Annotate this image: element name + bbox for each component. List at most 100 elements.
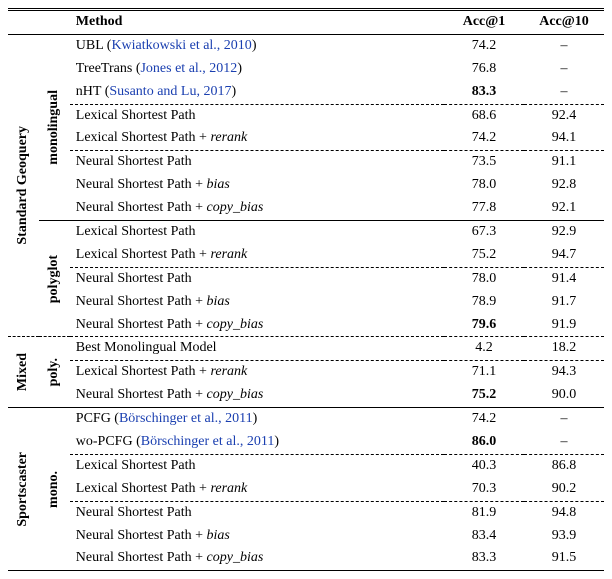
col-method-header: Method: [70, 10, 444, 35]
acc1-cell: 83.3: [444, 81, 524, 104]
dataset-label-mixed: Mixed: [14, 353, 33, 391]
table-row: Neural Shortest Path + bias 83.4 93.9: [8, 525, 604, 548]
method-cell: Neural Shortest Path + copy_bias: [70, 197, 444, 220]
acc10-cell: 91.4: [524, 267, 604, 290]
acc10-cell: 94.7: [524, 244, 604, 267]
setting-label-poly-short: poly.: [45, 358, 64, 386]
acc1-cell: 40.3: [444, 454, 524, 477]
acc1-cell: 75.2: [444, 244, 524, 267]
table-row: Neural Shortest Path 73.5 91.1: [8, 151, 604, 174]
method-cell: Neural Shortest Path + copy_bias: [70, 547, 444, 570]
method-cell: Neural Shortest Path: [70, 267, 444, 290]
dataset-label-sportscaster: Sportscaster: [14, 452, 33, 527]
col-acc10-header: Acc@10: [524, 10, 604, 35]
method-cell: UBL (Kwiatkowski et al., 2010): [70, 34, 444, 57]
method-cell: Neural Shortest Path + bias: [70, 525, 444, 548]
acc1-cell: 79.6: [444, 314, 524, 337]
method-cell: Neural Shortest Path: [70, 151, 444, 174]
method-cell: Neural Shortest Path + bias: [70, 291, 444, 314]
method-cell: Lexical Shortest Path: [70, 454, 444, 477]
acc1-cell: 83.3: [444, 547, 524, 570]
acc10-cell: 90.0: [524, 384, 604, 407]
acc10-cell: 92.8: [524, 174, 604, 197]
method-cell: Neural Shortest Path + copy_bias: [70, 384, 444, 407]
citation: Kwiatkowski et al., 2010: [111, 38, 251, 53]
acc1-cell: 75.2: [444, 384, 524, 407]
method-cell: Lexical Shortest Path: [70, 104, 444, 127]
acc1-cell: 4.2: [444, 337, 524, 361]
acc10-cell: 18.2: [524, 337, 604, 361]
acc10-cell: 94.3: [524, 361, 604, 384]
dataset-label-standard: Standard Geoquery: [14, 126, 33, 245]
setting-label-poly: polyglot: [45, 255, 64, 303]
acc10-cell: 91.9: [524, 314, 604, 337]
acc1-cell: 74.2: [444, 34, 524, 57]
table-row: Neural Shortest Path + bias 78.0 92.8: [8, 174, 604, 197]
table-row: Lexical Shortest Path + rerank 75.2 94.7: [8, 244, 604, 267]
method-cell: Lexical Shortest Path: [70, 221, 444, 244]
table-row: Mixed poly. Best Monolingual Model 4.2 1…: [8, 337, 604, 361]
table-row: wo-PCFG (Börschinger et al., 2011) 86.0 …: [8, 431, 604, 454]
acc10-cell: 94.8: [524, 501, 604, 524]
table-row: Lexical Shortest Path 68.6 92.4: [8, 104, 604, 127]
table-row: polyglot Lexical Shortest Path 67.3 92.9: [8, 221, 604, 244]
table-row: Neural Shortest Path + copy_bias 75.2 90…: [8, 384, 604, 407]
acc10-cell: 92.9: [524, 221, 604, 244]
acc10-cell: 93.9: [524, 525, 604, 548]
method-cell: Lexical Shortest Path + rerank: [70, 127, 444, 150]
acc1-cell: 83.4: [444, 525, 524, 548]
table-row: nHT (Susanto and Lu, 2017) 83.3 –: [8, 81, 604, 104]
acc1-cell: 68.6: [444, 104, 524, 127]
table-row: Neural Shortest Path 78.0 91.4: [8, 267, 604, 290]
acc10-cell: 92.4: [524, 104, 604, 127]
acc10-cell: –: [524, 408, 604, 431]
acc10-cell: –: [524, 58, 604, 81]
method-cell: Lexical Shortest Path + rerank: [70, 361, 444, 384]
acc10-cell: 92.1: [524, 197, 604, 220]
acc1-cell: 78.9: [444, 291, 524, 314]
acc1-cell: 74.2: [444, 127, 524, 150]
method-cell: PCFG (Börschinger et al., 2011): [70, 408, 444, 431]
acc1-cell: 86.0: [444, 431, 524, 454]
table-row: Lexical Shortest Path + rerank 74.2 94.1: [8, 127, 604, 150]
method-cell: wo-PCFG (Börschinger et al., 2011): [70, 431, 444, 454]
acc10-cell: 90.2: [524, 478, 604, 501]
method-cell: Lexical Shortest Path + rerank: [70, 478, 444, 501]
citation: Susanto and Lu, 2017: [109, 84, 231, 99]
method-cell: Best Monolingual Model: [70, 337, 444, 361]
table-row: Neural Shortest Path 81.9 94.8: [8, 501, 604, 524]
table-row: Standard Geoquery monolingual UBL (Kwiat…: [8, 34, 604, 57]
acc1-cell: 81.9: [444, 501, 524, 524]
col-acc1-header: Acc@1: [444, 10, 524, 35]
table-row: Lexical Shortest Path 40.3 86.8: [8, 454, 604, 477]
citation: Börschinger et al., 2011: [141, 434, 275, 449]
citation: Börschinger et al., 2011: [119, 411, 253, 426]
acc1-cell: 76.8: [444, 58, 524, 81]
acc10-cell: 91.7: [524, 291, 604, 314]
setting-label-mono-short: mono.: [45, 471, 64, 508]
acc1-cell: 67.3: [444, 221, 524, 244]
acc10-cell: 94.1: [524, 127, 604, 150]
acc1-cell: 78.0: [444, 174, 524, 197]
acc10-cell: 91.5: [524, 547, 604, 570]
acc10-cell: 91.1: [524, 151, 604, 174]
acc1-cell: 71.1: [444, 361, 524, 384]
method-cell: nHT (Susanto and Lu, 2017): [70, 81, 444, 104]
acc1-cell: 70.3: [444, 478, 524, 501]
acc10-cell: –: [524, 34, 604, 57]
acc1-cell: 78.0: [444, 267, 524, 290]
table-row: Lexical Shortest Path + rerank 71.1 94.3: [8, 361, 604, 384]
results-table: Method Acc@1 Acc@10 Standard Geoquery mo…: [8, 8, 604, 571]
acc1-cell: 74.2: [444, 408, 524, 431]
method-cell: Neural Shortest Path + copy_bias: [70, 314, 444, 337]
table-row: Lexical Shortest Path + rerank 70.3 90.2: [8, 478, 604, 501]
acc1-cell: 77.8: [444, 197, 524, 220]
table-row: Neural Shortest Path + copy_bias 83.3 91…: [8, 547, 604, 570]
table-row: TreeTrans (Jones et al., 2012) 76.8 –: [8, 58, 604, 81]
method-cell: Neural Shortest Path + bias: [70, 174, 444, 197]
setting-label-mono: monolingual: [45, 90, 64, 165]
citation: Jones et al., 2012: [140, 61, 237, 76]
acc10-cell: –: [524, 81, 604, 104]
table-row: Neural Shortest Path + bias 78.9 91.7: [8, 291, 604, 314]
acc1-cell: 73.5: [444, 151, 524, 174]
